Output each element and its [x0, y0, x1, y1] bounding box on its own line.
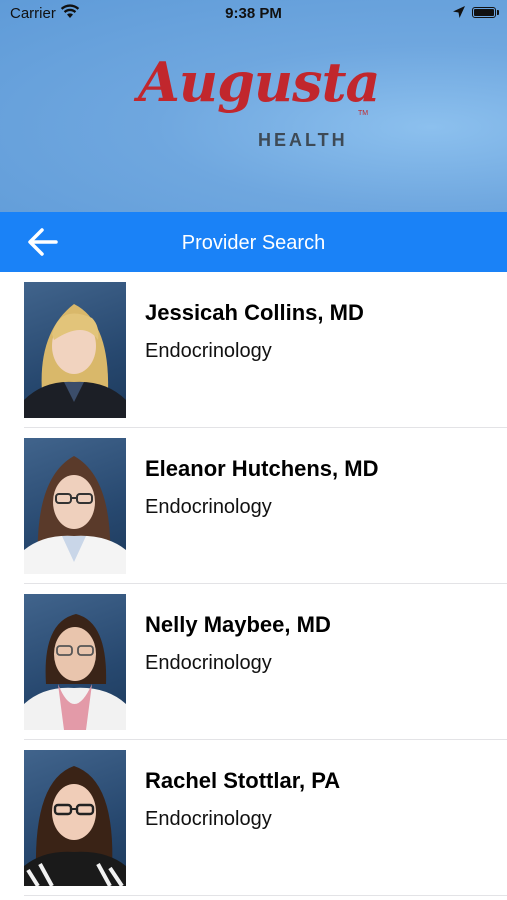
provider-specialty: Endocrinology: [145, 652, 272, 674]
provider-name: Nelly Maybee, MD: [145, 612, 331, 637]
provider-row[interactable]: Eleanor Hutchens, MD Endocrinology: [0, 428, 507, 584]
provider-name: Rachel Stottlar, PA: [145, 768, 341, 793]
navigation-bar: Provider Search: [0, 212, 507, 272]
logo-subtitle: HEALTH: [258, 130, 348, 150]
battery-tip: [497, 10, 499, 15]
provider-row[interactable]: Jessicah Collins, MD Endocrinology: [0, 272, 507, 428]
provider-row[interactable]: Nelly Maybee, MD Endocrinology: [0, 584, 507, 740]
provider-photo: [24, 438, 126, 574]
logo-trademark: TM: [358, 110, 369, 117]
provider-portrait: [24, 456, 126, 574]
provider-photo: [24, 594, 126, 730]
location-arrow-icon: [453, 6, 465, 18]
provider-portrait: [24, 614, 126, 730]
battery-icon: [472, 7, 496, 18]
provider-specialty: Endocrinology: [145, 340, 272, 362]
header-banner: Carrier 9:38 PM Augusta TM HEALTH: [0, 0, 507, 212]
provider-specialty: Endocrinology: [145, 496, 272, 518]
provider-name: Jessicah Collins, MD: [145, 300, 364, 325]
augusta-health-logo: Augusta TM HEALTH: [138, 50, 381, 170]
logo-script-text: Augusta: [138, 50, 381, 114]
provider-portrait: [24, 766, 126, 886]
provider-row[interactable]: Rachel Stottlar, PA Endocrinology: [0, 740, 507, 896]
page-title: Provider Search: [181, 232, 326, 254]
provider-specialty: Endocrinology: [145, 808, 272, 830]
provider-portrait: [24, 304, 126, 418]
provider-photo: [24, 282, 126, 418]
clock: 9:38 PM: [225, 5, 282, 22]
status-bar: Carrier 9:38 PM: [0, 0, 507, 28]
row-divider: [24, 895, 507, 896]
provider-name: Eleanor Hutchens, MD: [145, 456, 379, 481]
provider-photo: [24, 750, 126, 886]
